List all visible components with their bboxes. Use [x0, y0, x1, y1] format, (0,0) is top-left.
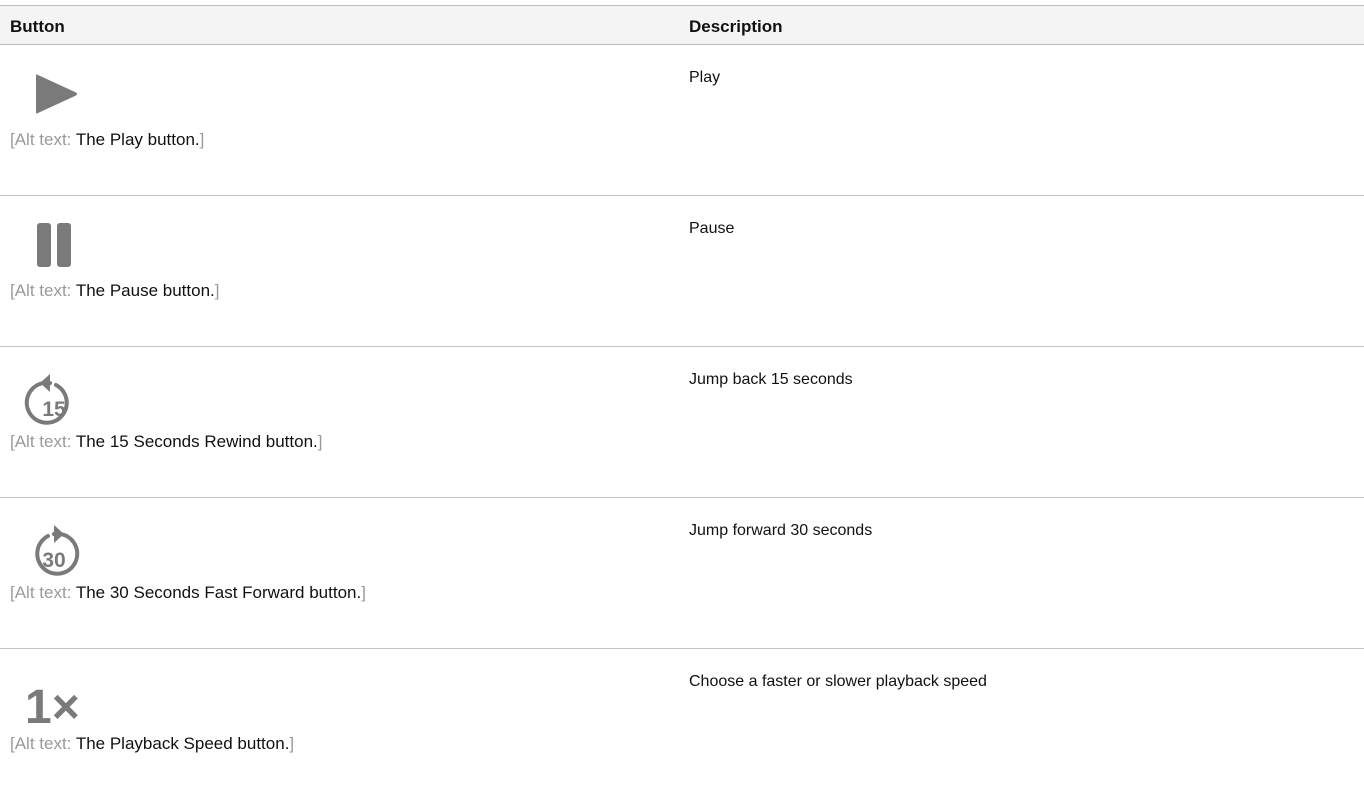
table-row: [Alt text: The Play button.] Play [0, 45, 1364, 196]
description: Pause [689, 220, 735, 237]
table-header: Button Description [0, 5, 1364, 45]
svg-text:15: 15 [42, 398, 66, 421]
description: Jump forward 30 seconds [689, 522, 873, 539]
svg-text:30: 30 [42, 549, 65, 572]
pause-icon [10, 220, 90, 270]
svg-text:1×: 1× [25, 681, 80, 729]
description: Play [689, 69, 721, 86]
table-row: [Alt text: The Pause button.] Pause [0, 196, 1364, 347]
playback-speed-icon: 1× [10, 673, 90, 734]
play-icon [10, 69, 90, 119]
table-row: 30 [Alt text: The 30 Seconds Fast Forwar… [0, 498, 1364, 649]
alt-text: [Alt text: The Pause button.] [10, 281, 220, 300]
header-description-column: Description [689, 17, 783, 36]
header-button-column: Button [10, 17, 65, 36]
alt-text: [Alt text: The Play button.] [10, 130, 205, 149]
forward-30-icon: 30 [10, 522, 90, 576]
alt-text: [Alt text: The 15 Seconds Rewind button.… [10, 432, 323, 451]
controls-table: Button Description [Alt text: The Play b… [0, 0, 1364, 800]
description: Jump back 15 seconds [689, 371, 853, 388]
table-row: 1× [Alt text: The Playback Speed button.… [0, 649, 1364, 800]
alt-text: [Alt text: The Playback Speed button.] [10, 734, 295, 753]
table-row: 15 [Alt text: The 15 Seconds Rewind butt… [0, 347, 1364, 498]
description: Choose a faster or slower playback speed [689, 673, 987, 690]
alt-text: [Alt text: The 30 Seconds Fast Forward b… [10, 583, 366, 602]
rewind-15-icon: 15 [10, 371, 90, 425]
